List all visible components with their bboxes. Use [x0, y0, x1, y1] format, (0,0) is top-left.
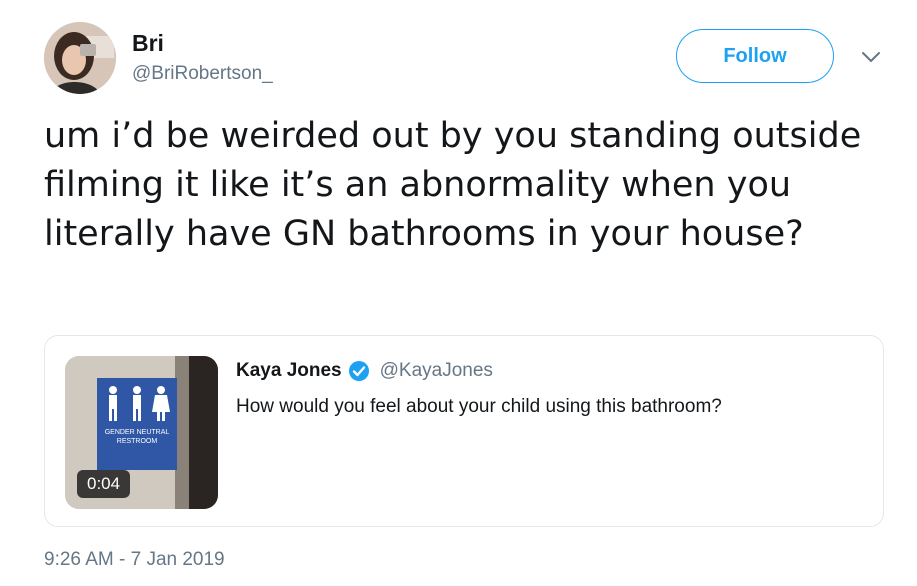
avatar-image [44, 22, 116, 94]
video-duration-badge: 0:04 [77, 470, 131, 498]
follow-button[interactable]: Follow [676, 29, 834, 83]
author-name[interactable]: Bri [132, 29, 164, 57]
sign-text-line-2: RESTROOM [116, 438, 158, 445]
chevron-down-icon [862, 52, 880, 62]
tweet-text: um i’d be weirded out by you standing ou… [44, 116, 862, 254]
avatar[interactable] [44, 22, 116, 94]
verified-badge-icon [348, 360, 370, 382]
quoted-tweet-author[interactable]: Kaya Jones @KayaJones [236, 360, 493, 382]
quoted-author-handle: @KayaJones [379, 360, 493, 381]
sign-text-line-1: GENDER NEUTRAL [104, 429, 170, 436]
quoted-author-name: Kaya Jones [236, 360, 342, 381]
tweet-timestamp[interactable]: 9:26 AM - 7 Jan 2019 [44, 548, 225, 572]
quoted-tweet-text: How would you feel about your child usin… [236, 396, 722, 417]
more-options-caret[interactable] [858, 44, 884, 70]
author-handle[interactable]: @BriRobertson_ [132, 62, 273, 86]
quoted-tweet-card[interactable]: GENDER NEUTRAL RESTROOM 0:04 Kaya Jones … [44, 335, 884, 527]
quoted-tweet-video[interactable]: GENDER NEUTRAL RESTROOM 0:04 [65, 356, 218, 509]
